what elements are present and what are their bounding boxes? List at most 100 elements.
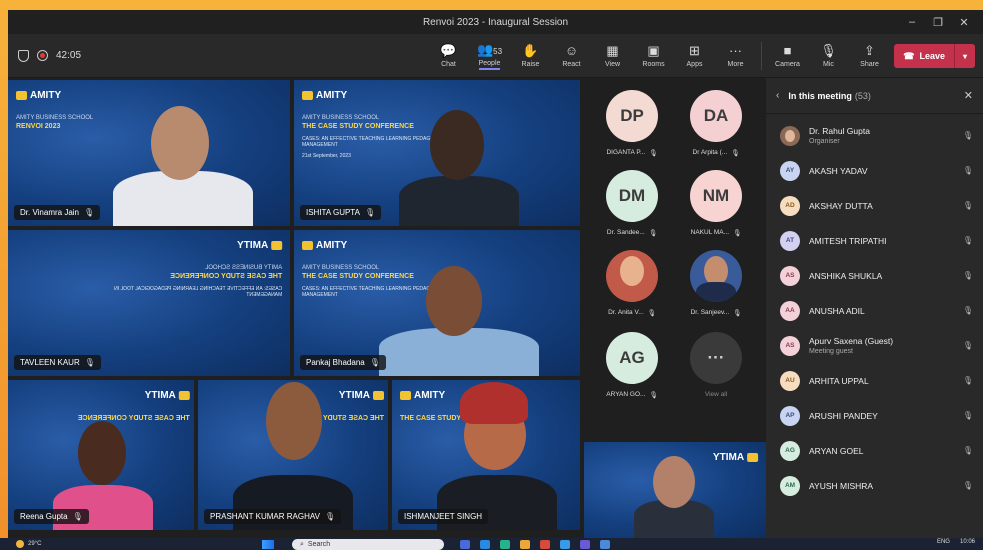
list-item[interactable]: AT AMITESH TRIPATHI 🎙 [766, 223, 983, 258]
windows-start-icon[interactable] [262, 540, 274, 549]
list-item[interactable]: AG ARYAN GOEL 🎙 [766, 433, 983, 468]
maximize-icon[interactable]: ❐ [925, 10, 951, 34]
avatar: AG [780, 440, 800, 461]
participant-name-tag: ISHITA GUPTA 🎙 [300, 205, 382, 220]
avatar [780, 125, 800, 146]
avatar: AU [780, 370, 800, 391]
mic-off-icon: 🎙 [649, 150, 658, 157]
list-item[interactable]: AU ARHITA UPPAL 🎙 [766, 363, 983, 398]
video-tile[interactable]: AMITY AMITY BUSINESS SCHOOL THE CASE STU… [294, 230, 580, 376]
avatar-tile[interactable]: Dr. Anita V... 🎙 [592, 250, 672, 330]
avatar: AM [780, 475, 800, 496]
more-button[interactable]: ··· More [715, 34, 756, 78]
app-icon[interactable] [480, 540, 490, 549]
mic-off-icon: 🎙 [733, 310, 742, 317]
chevron-down-icon[interactable]: ▾ [955, 52, 975, 61]
avatar: AG [606, 332, 658, 384]
raise-hand-button[interactable]: ✋ Raise [510, 34, 551, 78]
taskbar-apps [460, 540, 610, 549]
meeting-status: 42:05 [8, 49, 81, 62]
avatar: AP [780, 405, 800, 426]
app-icon[interactable] [520, 540, 530, 549]
recording-icon [37, 50, 48, 61]
clock[interactable]: 10:06 [960, 539, 975, 545]
video-tile[interactable]: AMITY AMITY BUSINESS SCHOOL THE CASE STU… [294, 80, 580, 226]
window-title: Renvoi 2023 - Inaugural Session [422, 16, 569, 28]
chevron-left-icon[interactable]: ‹ [776, 90, 779, 101]
mic-button[interactable]: 🎙 Mic [808, 34, 849, 78]
avatar-photo [690, 250, 742, 302]
app-icon[interactable] [460, 540, 470, 549]
people-button[interactable]: 👥53 People [469, 34, 510, 78]
amity-logo: AMITY [302, 240, 474, 251]
app-icon[interactable] [600, 540, 610, 549]
mic-off-icon: 🎙 [962, 446, 973, 455]
list-item[interactable]: AS ANSHIKA SHUKLA 🎙 [766, 258, 983, 293]
language-indicator[interactable]: ENG [937, 539, 950, 545]
app-icon[interactable] [560, 540, 570, 549]
video-tile[interactable]: AMITY THE CASE STUDY CONFERENCE PRASHANT… [198, 380, 388, 530]
avatar-tile[interactable]: DM Dr. Sandee... 🎙 [592, 170, 672, 250]
video-tile[interactable]: AMITY THE CASE STUDY CONFERENCE Reena Gu… [8, 380, 194, 530]
video-tile[interactable]: AMITY THE CASE STUDY CONFERENCE ISHMANJE… [392, 380, 580, 530]
mic-off-icon: 🎙 [364, 208, 376, 217]
mic-off-icon: 🎙 [733, 230, 742, 237]
participant-avatar-grid: DP DIGANTA P... 🎙 DA Dr Arpita (... 🎙 DM D… [584, 78, 766, 538]
participants-panel: ‹ In this meeting (53) ✕ Dr. Rahul Gupta… [766, 78, 983, 538]
amity-logo: AMITY [16, 90, 185, 101]
chat-button[interactable]: 💬 Chat [428, 34, 469, 78]
teams-meeting-window: Renvoi 2023 - Inaugural Session – ❐ ✕ 42… [8, 10, 983, 538]
view-button[interactable]: ▦ View [592, 34, 633, 78]
rooms-button[interactable]: ▣ Rooms [633, 34, 674, 78]
app-icon[interactable] [580, 540, 590, 549]
mic-off-icon: 🎙 [369, 358, 380, 367]
meeting-tools: 💬 Chat 👥53 People ✋ Raise ☺ React ▦ View… [428, 34, 890, 78]
apps-button[interactable]: ⊞ Apps [674, 34, 715, 78]
toolbar-divider [761, 42, 762, 70]
avatar-tile[interactable]: AG ARYAN GO... 🎙 [592, 332, 672, 412]
leave-button[interactable]: ☎ Leave ▾ [894, 44, 975, 68]
list-item[interactable]: AA ANUSHA ADIL 🎙 [766, 293, 983, 328]
list-item[interactable]: AM AYUSH MISHRA 🎙 [766, 468, 983, 503]
camera-icon: ■ [783, 43, 792, 58]
video-tile[interactable]: AMITY [584, 442, 766, 538]
avatar: AT [780, 230, 800, 251]
list-item[interactable]: Dr. Rahul Gupta Organiser 🎙 [766, 118, 983, 153]
video-tile[interactable]: AMITY AMITY BUSINESS SCHOOL THE CASE STU… [8, 230, 290, 376]
minimize-icon[interactable]: – [899, 10, 925, 34]
participant-video [629, 452, 719, 538]
mic-off-icon: 🎙 [324, 512, 336, 521]
app-icon[interactable] [500, 540, 510, 549]
video-tile[interactable]: AMITY AMITY BUSINESS SCHOOL RENVOI 2023 … [8, 80, 290, 226]
share-button[interactable]: ⇪ Share [849, 34, 890, 78]
participant-name-tag: TAVLEEN KAUR 🎙 [14, 355, 101, 370]
avatar-tile[interactable]: Dr. Sanjeev... 🎙 [676, 250, 756, 330]
avatar: DA [690, 90, 742, 142]
avatar-tile[interactable]: DA Dr Arpita (... 🎙 [676, 90, 756, 170]
leave-main[interactable]: ☎ Leave [894, 44, 955, 68]
share-icon: ⇪ [864, 43, 875, 58]
close-icon[interactable]: ✕ [951, 10, 977, 34]
avatar-tile[interactable]: DP DIGANTA P... 🎙 [592, 90, 672, 170]
list-item[interactable]: AS Apurv Saxena (Guest) Meeting guest 🎙 [766, 328, 983, 363]
list-item[interactable]: AP ARUSHI PANDEY 🎙 [766, 398, 983, 433]
mic-off-icon: 🎙 [648, 230, 658, 237]
taskbar-search[interactable]: ⌕ Search [292, 539, 444, 550]
avatar-tile[interactable]: NM NAKUL MA... 🎙 [676, 170, 756, 250]
amity-logo: AMITY [41, 390, 190, 401]
people-icon: 👥53 [476, 41, 503, 57]
chat-icon: 💬 [440, 43, 457, 58]
participant-name-tag: PRASHANT KUMAR RAGHAV 🎙 [204, 509, 342, 524]
mic-off-icon: 🎙 [962, 271, 973, 280]
avatar: DP [606, 90, 658, 142]
list-item[interactable]: AY AKASH YADAV 🎙 [766, 153, 983, 188]
list-item[interactable]: AD AKSHAY DUTTA 🎙 [766, 188, 983, 223]
view-all-button[interactable]: ··· View all [676, 332, 756, 412]
participant-count: (53) [854, 90, 871, 101]
app-icon[interactable] [540, 540, 550, 549]
react-button[interactable]: ☺ React [551, 34, 592, 78]
close-icon[interactable]: ✕ [964, 89, 973, 102]
panel-header: ‹ In this meeting (53) ✕ [766, 78, 983, 114]
weather-widget[interactable]: 29°C [0, 540, 41, 548]
camera-button[interactable]: ■ Camera [767, 34, 808, 78]
